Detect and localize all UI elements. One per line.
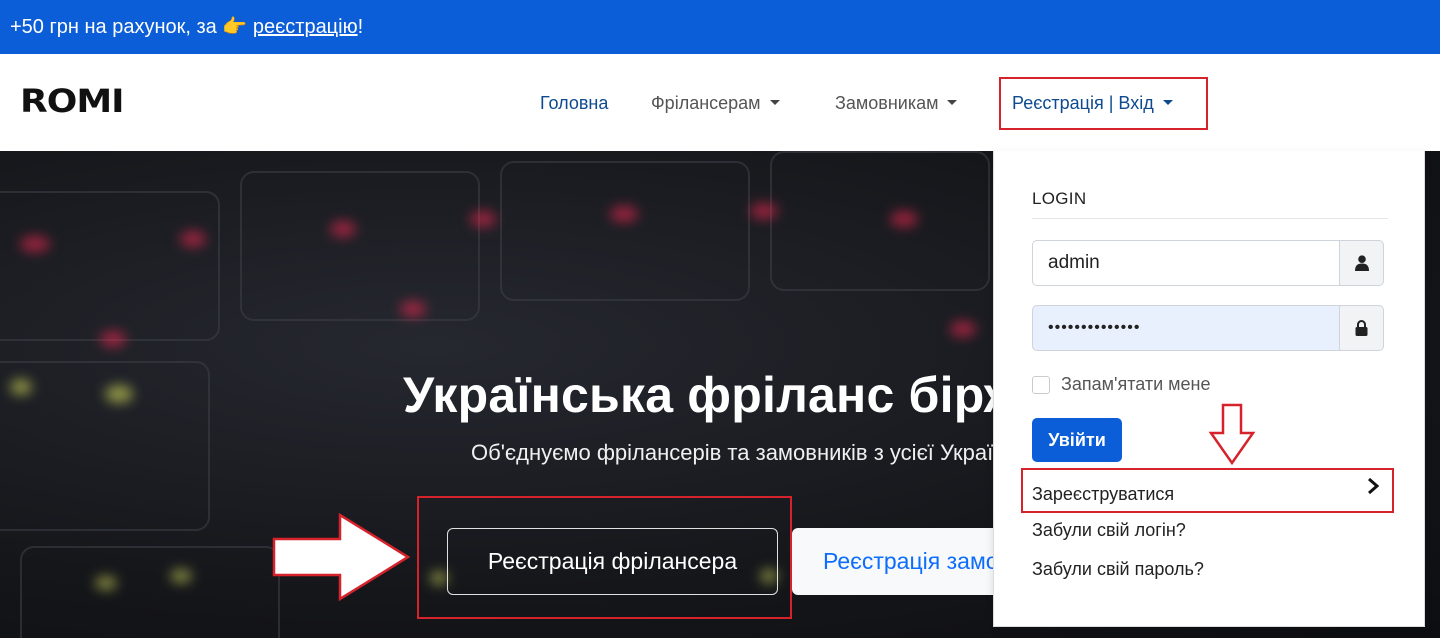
caret-down-icon <box>947 99 958 105</box>
nav-clients-label: Замовникам <box>835 93 939 113</box>
annotation-arrow-right-icon <box>272 512 411 602</box>
nav-freelancers-label: Фрілансерам <box>651 93 761 113</box>
red-led-glow <box>890 211 918 227</box>
keyboard-key-shape <box>240 171 480 321</box>
red-led-glow <box>330 221 356 237</box>
promo-banner: +50 грн на рахунок, за 👉 реєстрацію! <box>0 0 1440 54</box>
hero-subtitle: Об'єднуємо фрілансерів та замовників з у… <box>471 440 1018 465</box>
hero-title: Українська фріланс біржа <box>403 367 1049 423</box>
nav-clients[interactable]: Замовникам <box>835 91 958 115</box>
promo-text: +50 грн на рахунок, за <box>10 16 223 38</box>
keyboard-key-shape <box>500 161 750 301</box>
forgot-password-link[interactable]: Забули свій пароль? <box>1032 559 1204 580</box>
annotation-box-register <box>1021 468 1394 513</box>
remember-label: Запам'ятати мене <box>1061 374 1211 394</box>
keyboard-key-shape <box>770 151 990 291</box>
yellow-led-glow <box>10 379 32 395</box>
red-led-glow <box>20 236 50 252</box>
forgot-login-link[interactable]: Забули свій логін? <box>1032 520 1186 541</box>
username-input[interactable]: admin <box>1032 240 1340 286</box>
red-led-glow <box>470 211 496 227</box>
remember-row: Запам'ятати мене <box>1032 374 1211 395</box>
keyboard-key-shape <box>20 546 280 638</box>
promo-register-link[interactable]: реєстрацію <box>253 16 358 38</box>
nav-freelancers[interactable]: Фрілансерам <box>651 91 780 115</box>
pointing-hand-icon: 👉 <box>222 16 248 38</box>
username-group: admin <box>1032 240 1384 286</box>
caret-down-icon <box>769 99 780 105</box>
user-icon <box>1339 240 1384 286</box>
password-input[interactable]: •••••••••••••• <box>1032 305 1340 351</box>
annotation-box-nav <box>999 77 1208 130</box>
logo[interactable]: ROMI <box>20 85 125 117</box>
annotation-arrow-down-icon <box>1208 403 1256 466</box>
login-button[interactable]: Увійти <box>1032 418 1122 462</box>
red-led-glow <box>750 203 778 219</box>
password-group: •••••••••••••• <box>1032 305 1384 351</box>
yellow-led-glow <box>95 576 117 590</box>
nav-home-label: Головна <box>540 93 609 113</box>
navbar: ROMI Головна Фрілансерам Замовникам Реєс… <box>0 54 1440 151</box>
login-title: LOGIN <box>1032 189 1087 208</box>
keyboard-key-shape <box>0 191 220 341</box>
nav-home[interactable]: Головна <box>540 91 608 115</box>
yellow-led-glow <box>105 385 133 403</box>
remember-checkbox[interactable] <box>1032 375 1050 394</box>
red-led-glow <box>100 331 126 347</box>
divider <box>1032 218 1388 219</box>
annotation-box-freelancer <box>417 496 792 619</box>
red-led-glow <box>400 301 426 317</box>
red-led-glow <box>180 231 206 247</box>
login-dropdown: LOGIN admin •••••••••••••• Запам'ятати м… <box>993 151 1425 627</box>
lock-icon <box>1339 305 1384 351</box>
red-led-glow <box>610 206 638 222</box>
yellow-led-glow <box>170 569 192 583</box>
promo-suffix: ! <box>357 16 364 38</box>
red-led-glow <box>950 321 976 337</box>
